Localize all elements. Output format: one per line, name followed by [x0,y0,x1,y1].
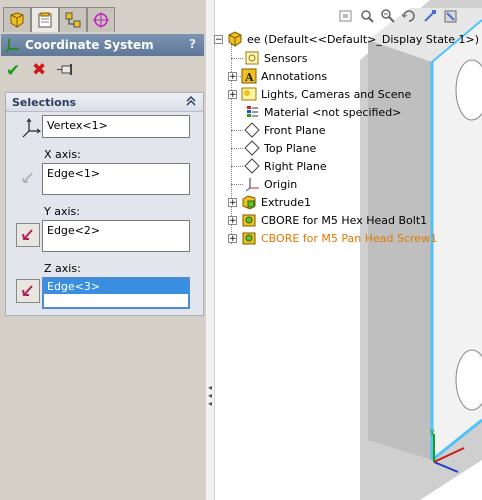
tree-item-annotations[interactable]: + A Annotations [228,67,327,85]
plane-icon [244,140,260,156]
tree-root-label: ee (Default<<Default>_Display State 1>) [247,32,480,46]
expand-icon[interactable]: + [228,89,237,99]
selections-title: Selections [12,96,77,109]
zoom-area-icon[interactable] [357,6,376,25]
expand-icon[interactable]: + [228,233,237,243]
collapse-icon[interactable]: − [214,34,223,44]
viewport-toolbar [336,6,460,26]
tree-item-cbore-hex[interactable]: + CBORE for M5 Hex Head Bolt1 [228,211,427,229]
y-axis-value: Edge<2> [47,224,101,237]
view-orientation-icon[interactable] [441,6,460,25]
origin-field[interactable]: Vertex<1> [42,115,190,138]
property-manager-panel: Coordinate System ? ✔ ✖ Selections Verte… [0,0,207,500]
tree-item-label: CBORE for M5 Hex Head Bolt1 [261,213,428,227]
property-manager-icon [38,12,52,28]
property-manager-tab[interactable] [31,7,59,32]
tree-item-lights[interactable]: + Lights, Cameras and Scene [228,85,411,103]
tree-item-label: CBORE for M5 Pan Head Screw1 [261,231,438,245]
tree-item-extrude1[interactable]: + Extrude1 [228,193,311,211]
tree-item-label: Origin [264,177,298,191]
svg-text:A: A [244,71,254,84]
configuration-manager-icon [65,12,81,28]
y-axis-field[interactable]: Edge<2> [42,220,190,252]
x-axis-label: X axis: [44,148,81,161]
x-axis-field[interactable]: Edge<1> [42,163,190,195]
model-viewport[interactable]: y [360,0,482,500]
zoom-fit-icon[interactable] [336,6,355,25]
page-title: Coordinate System [25,38,154,52]
tree-root[interactable]: − ee (Default<<Default>_Display State 1>… [214,30,479,48]
tree-item-origin[interactable]: Origin [244,175,297,193]
target-icon [93,12,109,28]
y-axis-reverse-button[interactable] [16,223,40,247]
reverse-direction-icon [22,229,33,240]
pin-icon[interactable] [56,63,76,80]
expand-icon[interactable]: + [228,71,237,81]
coordinate-system-icon [5,37,21,56]
dimxpert-tab[interactable] [87,7,115,32]
z-axis-value: Edge<3> [44,279,188,294]
rotate-icon[interactable] [399,6,418,25]
extrude-icon [241,194,257,210]
lights-icon [241,86,257,102]
feature-manager-icon [10,12,24,28]
tree-item-label: Annotations [261,69,328,83]
selections-group: Selections Vertex<1> X axis: Edge<1> Y a… [5,92,204,316]
selections-header[interactable]: Selections [6,93,203,112]
origin-triad-icon [20,117,42,142]
panel-tabs [0,0,206,32]
plane-icon [244,158,260,174]
reverse-direction-icon [22,285,33,296]
expand-icon[interactable]: + [228,215,237,225]
tree-item-label: Front Plane [264,123,326,137]
x-axis-value: Edge<1> [47,167,101,180]
tree-item-label: Material <not specified> [264,105,402,119]
ok-button[interactable]: ✔ [6,61,20,81]
annotations-icon: A [241,68,257,84]
configuration-manager-tab[interactable] [59,7,87,32]
cancel-button[interactable]: ✖ [32,60,46,80]
tree-item-cbore-pan[interactable]: + CBORE for M5 Pan Head Screw1 [228,229,437,247]
expand-icon[interactable]: + [228,197,237,207]
pan-icon[interactable] [420,6,439,25]
svg-text:y: y [430,427,435,436]
tree-item-label: Right Plane [264,159,327,173]
action-bar: ✔ ✖ [0,58,206,84]
reverse-direction-icon[interactable] [20,170,36,189]
hole-wizard-icon [241,212,257,228]
help-button[interactable]: ? [189,37,196,51]
tree-item-label: Lights, Cameras and Scene [261,87,412,101]
tree-item-sensors[interactable]: Sensors [244,49,307,67]
tree-item-label: Extrude1 [261,195,312,209]
origin-icon [244,176,260,192]
hole-wizard-icon [241,230,257,246]
origin-value: Vertex<1> [47,119,108,132]
z-axis-label: Z axis: [44,262,81,275]
tree-item-top-plane[interactable]: Top Plane [244,139,316,157]
sensors-icon [244,50,260,66]
tree-item-material[interactable]: Material <not specified> [244,103,401,121]
tree-item-label: Top Plane [264,141,317,155]
tree-item-front-plane[interactable]: Front Plane [244,121,326,139]
z-axis-reverse-button[interactable] [16,279,40,303]
feature-manager-tab[interactable] [3,7,31,32]
splitter-grip-icon[interactable]: ◂ ◂ ◂ [206,384,214,412]
panel-splitter[interactable]: ◂ ◂ ◂ [206,0,215,500]
zoom-in-out-icon[interactable] [378,6,397,25]
part-icon [227,31,243,47]
material-icon [244,104,260,120]
tree-item-right-plane[interactable]: Right Plane [244,157,327,175]
tree-item-label: Sensors [264,51,308,65]
y-axis-label: Y axis: [44,205,80,218]
z-axis-field[interactable]: Edge<3> [42,277,190,309]
chevron-double-up-icon[interactable] [185,94,197,111]
plane-icon [244,122,260,138]
property-manager-header: Coordinate System ? [1,34,204,56]
